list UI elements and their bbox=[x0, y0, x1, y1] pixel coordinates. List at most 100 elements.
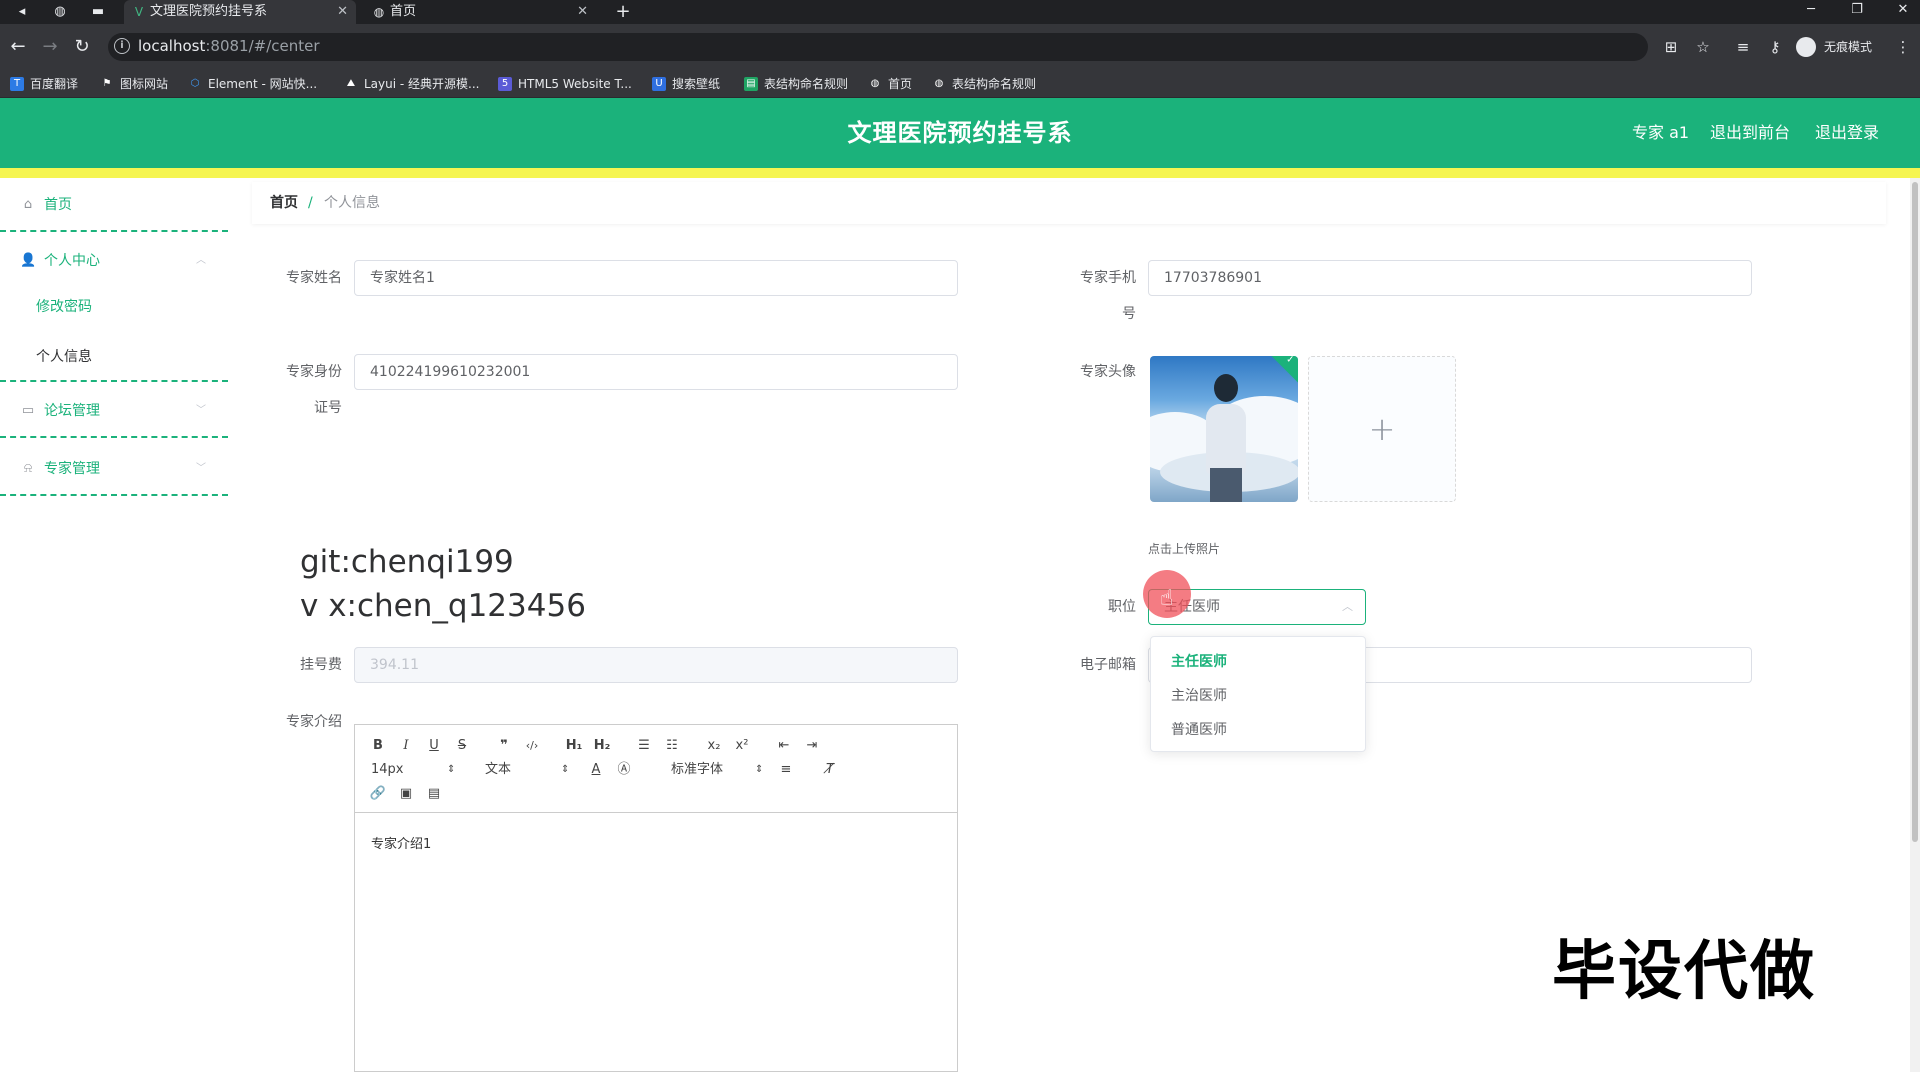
editor-content[interactable]: 专家介绍1 bbox=[371, 833, 431, 852]
bookmark-item[interactable]: ⬡ Element - 网站快... bbox=[188, 74, 317, 94]
bullet-list-icon[interactable]: ☷ bbox=[661, 735, 683, 757]
close-window-button[interactable]: ✕ bbox=[1888, 0, 1918, 20]
link-icon[interactable]: 🔗 bbox=[367, 783, 389, 805]
editor-toolbar: B I U S ❞ ‹/› H₁ H₂ ☰ ☷ x₂ x² ⇤ ⇥ 14px ⇕ … bbox=[355, 725, 957, 813]
code-icon[interactable]: ‹/› bbox=[521, 735, 543, 757]
bookmark-label: HTML5 Website T... bbox=[518, 77, 632, 91]
info-icon[interactable]: i bbox=[114, 38, 130, 54]
browser-tab[interactable]: ◍ 首页 ✕ bbox=[364, 0, 596, 24]
updown-icon: ⇕ bbox=[561, 764, 570, 775]
back-to-front-link[interactable]: 退出到前台 bbox=[1710, 98, 1790, 168]
superscript-icon[interactable]: x² bbox=[731, 735, 753, 757]
key-icon[interactable]: ⚷ bbox=[1764, 36, 1786, 58]
name-field[interactable]: 专家姓名1 bbox=[354, 260, 958, 296]
bookmark-label: 首页 bbox=[888, 77, 913, 91]
heading1-icon[interactable]: H₁ bbox=[563, 735, 585, 757]
uploaded-badge: ✓ bbox=[1268, 356, 1298, 385]
sheet-icon: ▤ bbox=[744, 77, 758, 91]
bookmarks-bar: T 百度翻译 ⚑ 图标网站 ⬡ Element - 网站快... ⛰ Layui - 经… bbox=[0, 70, 1920, 98]
image-icon[interactable]: ▣ bbox=[395, 783, 417, 805]
dropdown-option[interactable]: 主治医师 bbox=[1151, 679, 1365, 713]
quote-icon[interactable]: ❞ bbox=[493, 735, 515, 757]
bookmark-label: Layui - 经典开源模... bbox=[364, 77, 480, 91]
browser-tab-active[interactable]: V 文理医院预约挂号系 ✕ bbox=[124, 0, 356, 24]
plus-icon: + bbox=[1368, 410, 1396, 448]
underline-icon[interactable]: U bbox=[423, 735, 445, 757]
font-family-picker[interactable]: 标准字体 ⇕ bbox=[671, 759, 767, 781]
reading-list-icon[interactable]: ≡ bbox=[1732, 36, 1754, 58]
header-picker[interactable]: 文本 ⇕ bbox=[485, 759, 575, 781]
indent-icon[interactable]: ⇥ bbox=[801, 735, 823, 757]
globe-icon: ◍ bbox=[373, 5, 385, 19]
outdent-icon[interactable]: ⇤ bbox=[773, 735, 795, 757]
more-menu-icon[interactable]: ⋮ bbox=[1892, 36, 1914, 58]
breadcrumb-home[interactable]: 首页 bbox=[270, 182, 298, 224]
sidebar-item-home[interactable]: ⌂ 首页 bbox=[0, 178, 228, 232]
sidebar: ⌂ 首页 👤 个人中心 ︿ 修改密码 个人信息 ▭ 论坛管理 ﹀ ⍾ 专家管理 … bbox=[0, 178, 230, 1072]
bold-icon[interactable]: B bbox=[367, 735, 389, 757]
sidebar-item-expert[interactable]: ⍾ 专家管理 ﹀ bbox=[0, 442, 228, 496]
sidebar-item-personal-center[interactable]: 👤 个人中心 ︿ bbox=[0, 234, 228, 288]
back-arrow-icon[interactable]: ← bbox=[6, 35, 30, 59]
font-color-icon[interactable]: A bbox=[585, 759, 607, 781]
tab-search-icon[interactable]: ▬ bbox=[88, 2, 108, 22]
dropdown-option[interactable]: 主任医师 bbox=[1151, 645, 1365, 679]
forward-arrow-icon[interactable]: → bbox=[38, 35, 62, 59]
address-bar[interactable] bbox=[108, 33, 1648, 61]
align-icon[interactable]: ≡ bbox=[775, 759, 797, 781]
id-label-line1: 专家身份 bbox=[286, 364, 342, 380]
upload-button[interactable]: + bbox=[1308, 356, 1456, 502]
star-icon[interactable]: ☆ bbox=[1692, 36, 1714, 58]
bookmark-item[interactable]: ⛰ Layui - 经典开源模... bbox=[344, 74, 480, 94]
video-icon[interactable]: ▤ bbox=[423, 783, 445, 805]
new-tab-button[interactable]: + bbox=[612, 0, 634, 24]
page-scrollbar[interactable] bbox=[1910, 178, 1920, 1072]
strike-icon[interactable]: S bbox=[451, 735, 473, 757]
id-label-line2: 证号 bbox=[314, 400, 342, 416]
avatar-image[interactable]: ✓ bbox=[1150, 356, 1298, 502]
incognito-indicator[interactable]: 无痕模式 bbox=[1796, 35, 1872, 59]
clear-format-icon[interactable]: T̸ bbox=[819, 759, 841, 781]
translate-icon[interactable]: ⊞ bbox=[1660, 36, 1682, 58]
submenu-divider bbox=[0, 282, 228, 382]
current-user[interactable]: 专家 a1 bbox=[1632, 98, 1689, 168]
intro-label: 专家介绍 bbox=[286, 714, 342, 730]
ordered-list-icon[interactable]: ☰ bbox=[633, 735, 655, 757]
restore-button[interactable]: ❐ bbox=[1842, 0, 1872, 20]
close-icon[interactable]: ✕ bbox=[337, 0, 348, 24]
breadcrumb: 首页 / 个人信息 bbox=[252, 182, 1886, 224]
subscript-icon[interactable]: x₂ bbox=[703, 735, 725, 757]
bookmark-label: 表结构命名规则 bbox=[952, 77, 1037, 91]
bookmark-item[interactable]: ▤ 表结构命名规则 bbox=[744, 74, 848, 94]
bookmark-label: 百度翻译 bbox=[30, 77, 79, 91]
watermark-line2: v x:chen_q123456 bbox=[300, 586, 586, 626]
id-number-field[interactable]: 410224199610232001 bbox=[354, 354, 958, 390]
bookmark-item[interactable]: U 搜索壁纸 bbox=[652, 74, 720, 94]
italic-icon[interactable]: I bbox=[395, 735, 417, 757]
audio-icon[interactable]: ◂ bbox=[12, 2, 32, 22]
bookmark-label: 表结构命名规则 bbox=[764, 77, 849, 91]
home-icon: ⌂ bbox=[23, 197, 33, 212]
sidebar-item-forum[interactable]: ▭ 论坛管理 ﹀ bbox=[0, 384, 228, 438]
dropdown-option[interactable]: 普通医师 bbox=[1151, 713, 1365, 747]
minimize-button[interactable]: ─ bbox=[1796, 0, 1826, 20]
url-text[interactable]: localhost:8081/#/center bbox=[138, 34, 320, 58]
bookmark-item[interactable]: ◍ 首页 bbox=[868, 74, 912, 94]
background-color-icon[interactable]: Ⓐ bbox=[613, 759, 635, 781]
scroll-thumb[interactable] bbox=[1912, 182, 1918, 842]
bookmark-item[interactable]: ◍ 表结构命名规则 bbox=[932, 74, 1036, 94]
email-label: 电子邮箱 bbox=[1080, 657, 1136, 673]
intro-editor[interactable]: B I U S ❞ ‹/› H₁ H₂ ☰ ☷ x₂ x² ⇤ ⇥ 14px ⇕ … bbox=[354, 724, 958, 1072]
updown-icon: ⇕ bbox=[755, 764, 764, 775]
font-size-picker[interactable]: 14px ⇕ bbox=[371, 759, 461, 781]
phone-field[interactable]: 17703786901 bbox=[1148, 260, 1752, 296]
reload-icon[interactable]: ↻ bbox=[70, 35, 94, 59]
close-icon[interactable]: ✕ bbox=[577, 0, 588, 24]
globe-icon[interactable]: ◍ bbox=[50, 2, 70, 22]
bookmark-item[interactable]: 5 HTML5 Website T... bbox=[498, 74, 632, 94]
bookmark-item[interactable]: T 百度翻译 bbox=[10, 74, 78, 94]
font-size-value: 14px bbox=[371, 762, 404, 777]
bookmark-item[interactable]: ⚑ 图标网站 bbox=[100, 74, 169, 94]
logout-link[interactable]: 退出登录 bbox=[1815, 98, 1879, 168]
heading2-icon[interactable]: H₂ bbox=[591, 735, 613, 757]
